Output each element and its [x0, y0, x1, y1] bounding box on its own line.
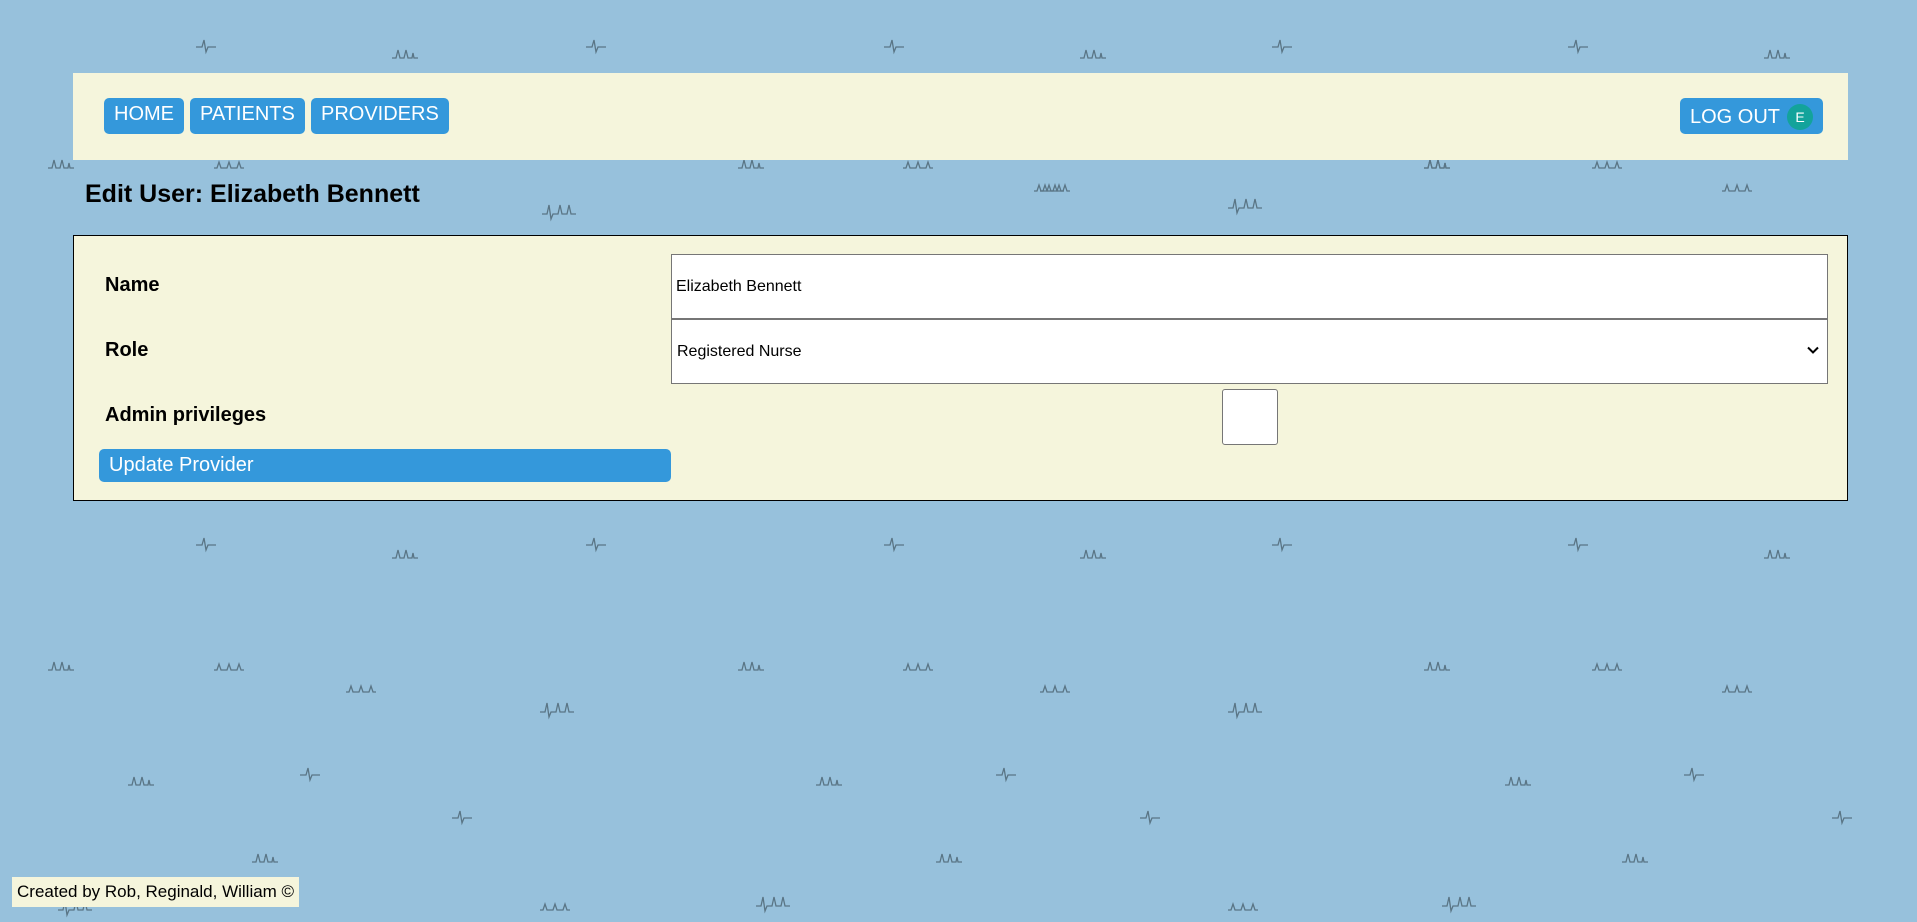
ecg-squiggle	[996, 767, 1016, 783]
name-input[interactable]	[671, 254, 1828, 319]
ecg-squiggle	[1442, 896, 1476, 914]
ecg-squiggle	[884, 537, 904, 553]
ecg-squiggle	[540, 702, 574, 720]
ecg-squiggle	[1424, 661, 1450, 671]
ecg-squiggle	[1080, 549, 1106, 559]
name-label: Name	[105, 274, 160, 296]
ecg-squiggle	[542, 204, 576, 222]
ecg-squiggle	[903, 661, 933, 671]
ecg-squiggle	[252, 853, 278, 863]
ecg-squiggle	[1034, 182, 1064, 192]
ecg-squiggle	[1228, 198, 1262, 216]
ecg-squiggle	[1080, 49, 1106, 59]
logout-label: LOG OUT	[1690, 106, 1781, 128]
ecg-squiggle	[214, 661, 244, 671]
ecg-squiggle	[1722, 182, 1752, 192]
ecg-squiggle	[1832, 810, 1852, 826]
ecg-squiggle	[1505, 776, 1531, 786]
ecg-squiggle	[586, 537, 606, 553]
ecg-squiggle	[1568, 39, 1588, 55]
ecg-squiggle	[196, 537, 216, 553]
ecg-squiggle	[816, 776, 842, 786]
ecg-squiggle	[1592, 159, 1622, 169]
ecg-squiggle	[1764, 549, 1790, 559]
ecg-squiggle	[738, 159, 764, 169]
ecg-squiggle	[196, 39, 216, 55]
nav-patients-button[interactable]: PATIENTS	[190, 98, 305, 134]
admin-privileges-checkbox[interactable]	[1222, 389, 1278, 445]
ecg-squiggle	[1722, 683, 1752, 693]
ecg-squiggle	[300, 767, 320, 783]
ecg-squiggle	[392, 549, 418, 559]
ecg-squiggle	[346, 683, 376, 693]
nav-home-button[interactable]: HOME	[104, 98, 184, 134]
ecg-squiggle	[1622, 853, 1648, 863]
edit-user-form: Name Role Registered Nurse Admin privile…	[73, 235, 1848, 501]
ecg-squiggle	[1592, 661, 1622, 671]
ecg-squiggle	[1684, 767, 1704, 783]
ecg-squiggle	[884, 39, 904, 55]
admin-privileges-label: Admin privileges	[105, 404, 267, 426]
ecg-squiggle	[1272, 537, 1292, 553]
ecg-squiggle	[1228, 901, 1258, 911]
ecg-squiggle	[1764, 49, 1790, 59]
ecg-squiggle	[1424, 159, 1450, 169]
ecg-squiggle	[392, 49, 418, 59]
page-title: Edit User: Elizabeth Bennett	[85, 180, 420, 208]
ecg-squiggle	[540, 901, 570, 911]
ecg-squiggle	[48, 661, 74, 671]
ecg-squiggle	[1272, 39, 1292, 55]
ecg-squiggle	[1040, 683, 1070, 693]
ecg-squiggle	[1140, 810, 1160, 826]
role-select[interactable]: Registered Nurse	[671, 319, 1828, 384]
update-provider-button[interactable]: Update Provider	[99, 449, 671, 482]
ecg-squiggle	[756, 896, 790, 914]
ecg-squiggle	[1568, 537, 1588, 553]
role-label: Role	[105, 339, 149, 361]
ecg-squiggle	[738, 661, 764, 671]
ecg-squiggle	[452, 810, 472, 826]
ecg-squiggle	[936, 853, 962, 863]
footer-credit: Created by Rob, Reginald, William ©	[12, 877, 300, 907]
ecg-squiggle	[48, 159, 74, 169]
ecg-squiggle	[903, 159, 933, 169]
nav-providers-button[interactable]: PROVIDERS	[311, 98, 449, 134]
chevron-down-icon	[1807, 346, 1819, 354]
logout-button[interactable]: LOG OUT E	[1680, 98, 1823, 134]
top-navbar: HOME PATIENTS PROVIDERS LOG OUT E	[73, 73, 1848, 160]
ecg-squiggle	[1040, 182, 1070, 192]
ecg-squiggle	[1228, 702, 1262, 720]
ecg-squiggle	[586, 39, 606, 55]
ecg-squiggle	[128, 776, 154, 786]
avatar: E	[1787, 104, 1813, 130]
role-select-value: Registered Nurse	[677, 343, 802, 360]
ecg-squiggle	[214, 159, 244, 169]
